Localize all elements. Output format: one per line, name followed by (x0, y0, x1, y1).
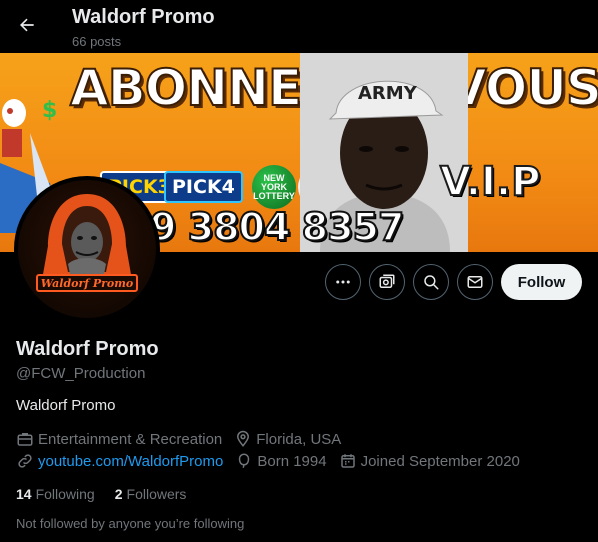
not-followed-notice: Not followed by anyone you’re following (16, 516, 245, 531)
search-button[interactable] (413, 264, 449, 300)
category-item: Entertainment & Recreation (16, 430, 222, 448)
svg-text:$: $ (42, 98, 57, 123)
page-title: Waldorf Promo (72, 6, 215, 28)
search-icon (424, 275, 439, 290)
profile-name: Waldorf Promo (16, 338, 159, 360)
born-text: Born 1994 (257, 452, 327, 470)
followers-link[interactable]: 2 Followers (115, 486, 187, 502)
post-count: 66 posts (72, 34, 122, 49)
cap-text: ARMY (358, 83, 418, 104)
avatar-logo-text: Waldorf Promo (36, 274, 138, 292)
back-button[interactable] (10, 8, 44, 42)
balloon-icon (239, 453, 250, 468)
hooded-figure-icon (42, 194, 132, 280)
following-label: Following (35, 486, 95, 502)
calendar-icon (340, 454, 355, 468)
more-dots-icon (336, 280, 350, 284)
location-text: Florida, USA (256, 430, 342, 448)
location-pin-icon (237, 430, 250, 447)
lottery-ball-logo: NEW YORK LOTTERY (252, 165, 296, 209)
location-item: Florida, USA (234, 430, 341, 448)
top-bar: Waldorf Promo 66 posts (0, 0, 598, 53)
profile-meta-row-1: Entertainment & Recreation Florida, USA (16, 430, 353, 448)
website-link[interactable]: youtube.com/WaldorfPromo (38, 453, 223, 470)
avatar[interactable]: Waldorf Promo (18, 180, 156, 318)
more-button[interactable] (325, 264, 361, 300)
link-icon (18, 454, 32, 468)
joined-item: Joined September 2020 (339, 452, 520, 470)
banner-headline-right: VOUS (447, 58, 598, 118)
profile-bio: Waldorf Promo (16, 397, 116, 414)
follow-stats: 14 Following 2 Followers (16, 486, 206, 502)
follow-button[interactable]: Follow (501, 264, 582, 300)
grok-icon (379, 274, 395, 288)
arrow-left-icon (20, 18, 34, 32)
profile-handle: @FCW_Production (16, 365, 146, 382)
banner-phone-number: 9 3804 8357 (149, 204, 405, 250)
pick4-logo: PICK4 (164, 171, 243, 203)
grok-button[interactable] (369, 264, 405, 300)
profile-meta-row-2: youtube.com/WaldorfPromo Born 1994 Joine… (16, 452, 532, 470)
category-text: Entertainment & Recreation (38, 430, 223, 448)
following-count: 14 (16, 486, 32, 502)
message-button[interactable] (457, 264, 493, 300)
website-item[interactable]: youtube.com/WaldorfPromo (16, 452, 223, 470)
banner-vip-text: V.I.P (439, 158, 541, 206)
born-item: Born 1994 (235, 452, 327, 470)
followers-count: 2 (114, 486, 123, 502)
following-link[interactable]: 14 Following (16, 486, 95, 502)
briefcase-icon (17, 433, 33, 446)
followers-label: Followers (126, 486, 187, 502)
avatar-ring[interactable]: Waldorf Promo (14, 176, 160, 322)
banner-headline-left: ABONNEZ (69, 58, 338, 118)
envelope-icon (467, 276, 483, 288)
joined-text: Joined September 2020 (360, 452, 520, 470)
